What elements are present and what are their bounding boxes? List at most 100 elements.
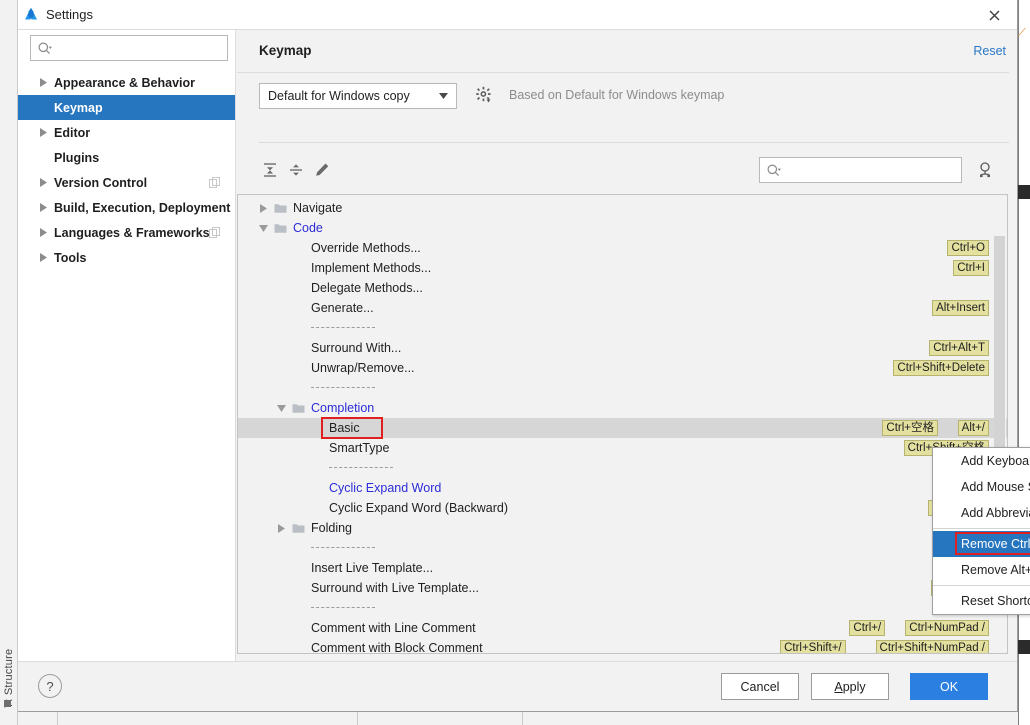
shortcut-badge: Ctrl+O (947, 240, 989, 256)
sidebar-item-appearance-behavior[interactable]: Appearance & Behavior (18, 70, 235, 95)
tree-row[interactable]: Surround with Live Template...Ctrl+Alt+J (238, 578, 1007, 598)
tree-separator (311, 607, 375, 608)
keymap-actions-tree[interactable]: Navigate Code Override Methods... Ctrl+O Imp… (237, 194, 1008, 654)
keymap-tree-toolbar (237, 152, 1017, 190)
tree-row-label: Unwrap/Remove... (311, 361, 415, 375)
tree-row-label: Cyclic Expand Word (Backward) (329, 501, 508, 515)
context-menu-item[interactable]: Add Mouse Shortcut (933, 474, 1030, 500)
tree-row[interactable]: Folding (238, 518, 1007, 538)
tree-row-label: Basic (329, 421, 360, 435)
context-menu-item[interactable]: Remove Ctrl+空格 (933, 531, 1030, 557)
search-icon (37, 41, 53, 57)
tree-row[interactable]: Navigate (238, 198, 1007, 218)
apply-rest: pply (842, 679, 866, 694)
shortcut-context-menu[interactable]: Add Keyboard ShortcutAdd Mouse ShortcutA… (932, 447, 1030, 615)
sidebar-item-editor[interactable]: Editor (18, 120, 235, 145)
red-annotation-box (955, 532, 1030, 555)
tree-separator-row (238, 318, 1007, 338)
tree-row[interactable]: Generate... Alt+Insert (238, 298, 1007, 318)
tree-row-label: Completion (311, 401, 375, 415)
shortcut-badge: Ctrl+Shift+NumPad / (875, 640, 989, 653)
dialog-footer: ? Cancel Apply OK (18, 661, 1017, 711)
folder-icon (292, 522, 305, 534)
sidebar-item-plugins[interactable]: Plugins (18, 145, 235, 170)
chevron-right-icon[interactable] (38, 203, 48, 213)
cancel-button[interactable]: Cancel (721, 673, 799, 700)
tree-row[interactable]: Cyclic Expand Word (238, 478, 1007, 498)
tree-row[interactable]: Completion (238, 398, 1007, 418)
tree-row[interactable]: Surround With... Ctrl+Alt+T (238, 338, 1007, 358)
chevron-right-icon[interactable] (38, 78, 48, 88)
sidebar-item-version-control[interactable]: Version Control (18, 170, 235, 195)
sidebar-search-input[interactable] (57, 36, 225, 60)
tree-row[interactable]: Basic Alt+/ Ctrl+空格 (238, 417, 1007, 439)
chevron-right-icon[interactable] (276, 523, 287, 534)
find-by-shortcut-icon[interactable] (974, 159, 996, 181)
background-scroll-marker (1018, 185, 1030, 199)
sidebar-item-keymap[interactable]: Keymap (18, 95, 235, 120)
tree-row[interactable]: Cyclic Expand Word (Backward)Alt+Shift+/ (238, 498, 1007, 518)
context-menu-item[interactable]: Reset Shortcuts (933, 588, 1030, 614)
chevron-right-icon[interactable] (258, 203, 269, 214)
tree-row[interactable]: Comment with Line Comment Ctrl+NumPad / Ct… (238, 618, 1007, 638)
context-menu-item[interactable]: Add Keyboard Shortcut (933, 448, 1030, 474)
shortcut-badge: Ctrl+Alt+T (929, 340, 989, 356)
tree-row[interactable]: Unwrap/Remove... Ctrl+Shift+Delete (238, 358, 1007, 378)
tree-row[interactable]: Delegate Methods... (238, 278, 1007, 298)
sidebar-item-languages-frameworks[interactable]: Languages & Frameworks (18, 220, 235, 245)
folder-icon (292, 402, 305, 414)
keymap-search-box[interactable] (759, 157, 962, 183)
tree-row[interactable]: SmartTypeCtrl+Shift+空格 (238, 438, 1007, 458)
tree-row-label: Navigate (293, 201, 343, 215)
background-structure-tool-label[interactable]: 7: Structure (1, 618, 17, 708)
expand-all-icon[interactable] (257, 157, 283, 183)
context-menu-separator (933, 528, 1030, 529)
tree-row[interactable]: Comment with Block Comment Ctrl+Shift+Num… (238, 638, 1007, 654)
apply-button[interactable]: Apply (811, 673, 889, 700)
keymap-search-input[interactable] (786, 158, 959, 182)
shortcut-badge: Alt+/ (957, 420, 989, 436)
background-right-icon: ⟋ (1018, 27, 1026, 39)
tree-separator (329, 467, 393, 468)
chevron-right-icon[interactable] (38, 178, 48, 188)
reset-link[interactable]: Reset (973, 44, 1006, 58)
chevron-down-icon[interactable] (258, 223, 269, 234)
tree-row-label: Override Methods... (311, 241, 421, 255)
context-menu-item[interactable]: Remove Alt+/ (933, 557, 1030, 583)
keymap-select[interactable]: Default for Windows copy (259, 83, 457, 109)
help-button[interactable]: ? (38, 674, 62, 698)
shortcut-badge: Ctrl+/ (849, 620, 886, 636)
settings-sidebar: Appearance & Behavior Keymap Editor Plugins… (18, 30, 236, 661)
tree-row[interactable]: Override Methods... Ctrl+O (238, 238, 1007, 258)
sidebar-item-build-execution-deployment[interactable]: Build, Execution, Deployment (18, 195, 235, 220)
tree-separator (311, 327, 375, 328)
tree-row[interactable]: Implement Methods... Ctrl+I (238, 258, 1007, 278)
copy-settings-icon[interactable] (209, 226, 221, 239)
tree-row[interactable]: Code (238, 218, 1007, 238)
chevron-right-icon[interactable] (38, 253, 48, 263)
chevron-right-icon[interactable] (38, 128, 48, 138)
background-bottom-cell (18, 711, 58, 725)
chevron-right-icon[interactable] (38, 228, 48, 238)
tree-row-label: Folding (311, 521, 352, 535)
tree-row-label: Code (293, 221, 323, 235)
gear-icon[interactable] (475, 86, 493, 104)
ok-button[interactable]: OK (910, 673, 988, 700)
tree-separator (311, 547, 375, 548)
copy-settings-icon[interactable] (209, 176, 221, 189)
tree-row-label: Surround with Live Template... (311, 581, 479, 595)
background-right-panel: ⟋ (1018, 0, 1030, 725)
tree-row[interactable]: Insert Live Template...Ctrl+J (238, 558, 1007, 578)
sidebar-search-box[interactable] (30, 35, 228, 61)
chevron-down-icon[interactable] (276, 403, 287, 414)
background-left-toolwindow-strip (0, 0, 18, 725)
sidebar-item-tools[interactable]: Tools (18, 245, 235, 270)
collapse-all-icon[interactable] (283, 157, 309, 183)
tree-separator-row (238, 598, 1007, 618)
context-menu-item[interactable]: Add Abbreviation (933, 500, 1030, 526)
tree-separator-row (238, 538, 1007, 558)
tree-row-label: Comment with Block Comment (311, 641, 483, 654)
pencil-edit-icon[interactable] (309, 157, 335, 183)
sidebar-item-label: Languages & Frameworks (54, 225, 210, 240)
close-icon[interactable] (977, 4, 1011, 26)
